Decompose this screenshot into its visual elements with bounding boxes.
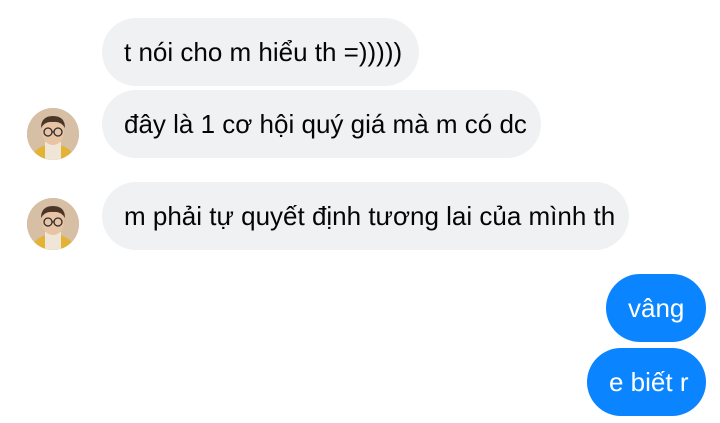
contact-avatar[interactable] — [27, 108, 79, 160]
person-avatar-icon — [27, 108, 79, 160]
person-avatar-icon — [27, 198, 79, 250]
outgoing-message-bubble[interactable]: vâng — [606, 274, 706, 342]
outgoing-message-bubble[interactable]: e biết r — [587, 348, 706, 416]
incoming-message-bubble[interactable]: đây là 1 cơ hội quý giá mà m có dc — [102, 90, 541, 158]
incoming-message-bubble[interactable]: t nói cho m hiểu th =))))) — [102, 18, 419, 86]
contact-avatar[interactable] — [27, 198, 79, 250]
incoming-message-bubble[interactable]: m phải tự quyết định tương lai của mình … — [102, 182, 629, 250]
